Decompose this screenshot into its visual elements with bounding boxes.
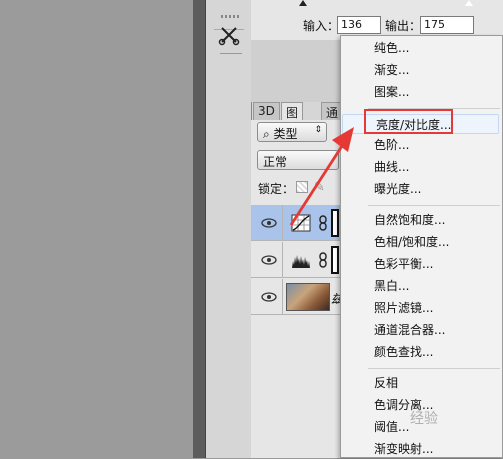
annotation-arrow — [289, 127, 354, 226]
watermark-text: 经验 — [410, 411, 438, 427]
